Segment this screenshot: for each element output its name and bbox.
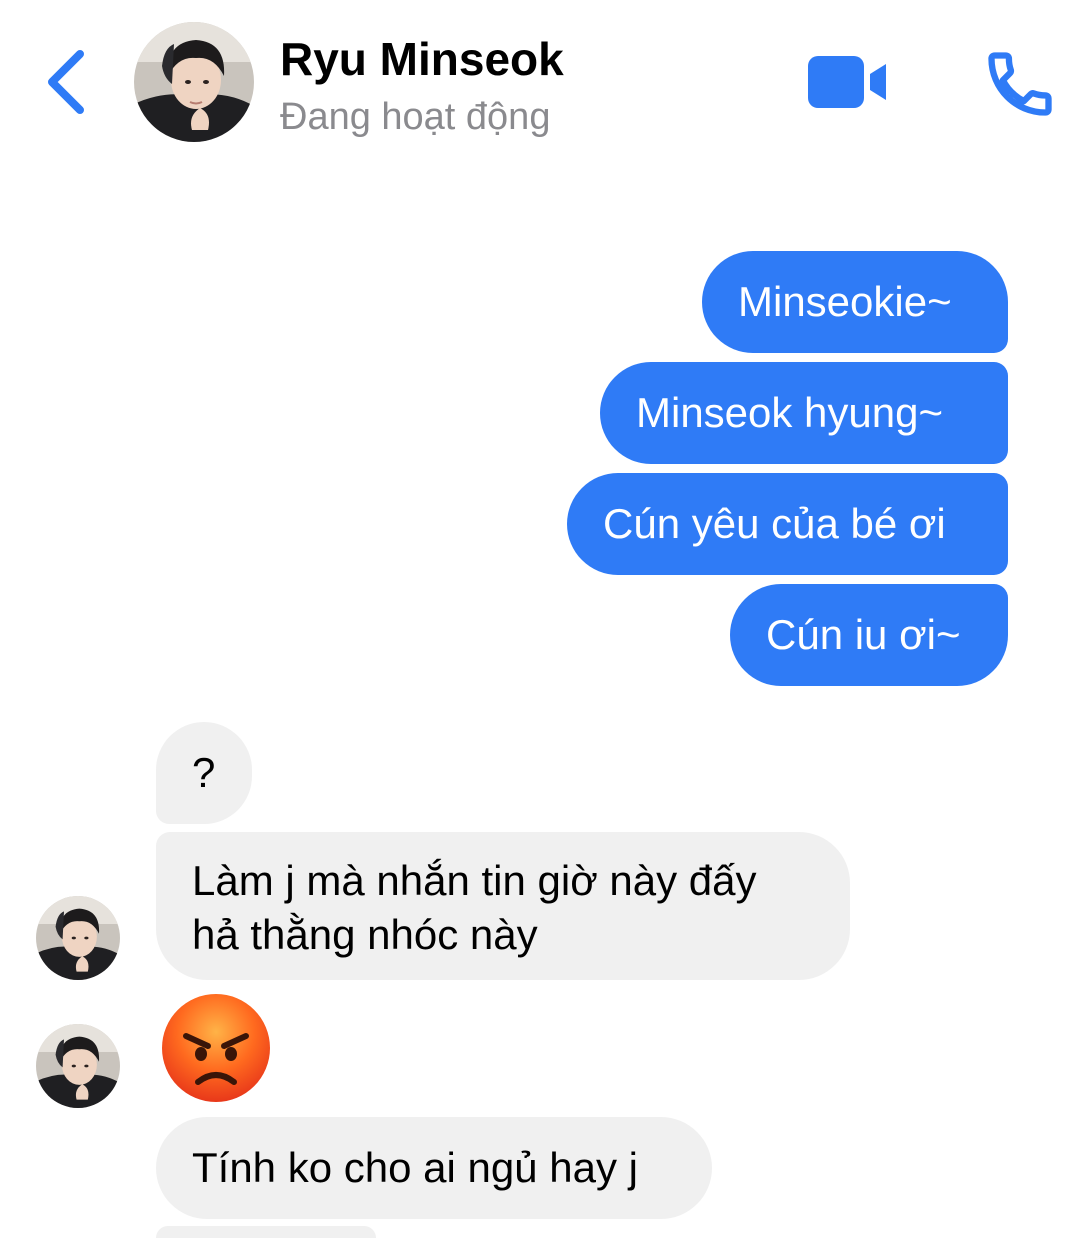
sender-avatar[interactable] [36, 1024, 120, 1108]
angry-face-emoji[interactable] [160, 992, 272, 1104]
incoming-message[interactable]: ? [156, 722, 252, 824]
contact-avatar[interactable] [134, 22, 254, 142]
back-button[interactable] [40, 44, 96, 120]
contact-name[interactable]: Ryu Minseok [280, 32, 564, 86]
message-line: hả thằng nhóc này [192, 911, 538, 958]
sender-avatar[interactable] [36, 896, 120, 980]
video-call-button[interactable] [806, 52, 890, 112]
outgoing-message[interactable]: Minseokie~ [702, 251, 1008, 353]
incoming-message[interactable]: Làm j mà nhắn tin giờ này đấy hả thằng n… [156, 832, 850, 980]
incoming-message[interactable]: Tính ko cho ai ngủ hay j [156, 1117, 712, 1219]
chevron-left-icon [48, 50, 84, 114]
voice-call-button[interactable] [982, 46, 1058, 122]
outgoing-message[interactable]: Minseok hyung~ [600, 362, 1008, 464]
outgoing-message[interactable]: Cún iu ơi~ [730, 584, 1008, 686]
outgoing-message[interactable]: Cún yêu của bé ơi [567, 473, 1008, 575]
partial-message-bubble [156, 1226, 376, 1238]
active-status: Đang hoạt động [280, 96, 551, 138]
message-line: Làm j mà nhắn tin giờ này đấy [192, 857, 757, 904]
chat-header: Ryu Minseok Đang hoạt động [0, 0, 1078, 160]
video-camera-icon [808, 56, 886, 108]
phone-icon [988, 52, 1052, 116]
